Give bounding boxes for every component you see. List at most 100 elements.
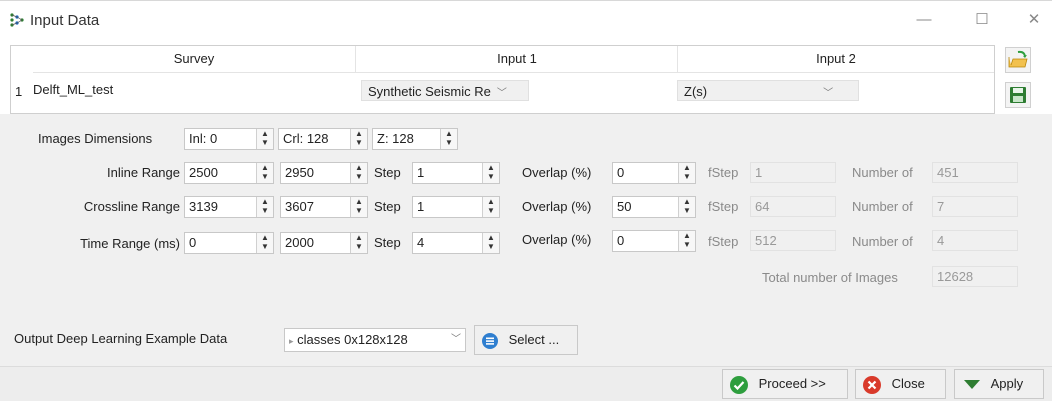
inline-step-value: 1 (417, 165, 425, 180)
crl-dimension-spinbox[interactable]: Crl: 128 ▲ ▼ (278, 128, 368, 150)
survey-cell[interactable]: Delft_ML_test (33, 76, 113, 104)
column-header-input2: Input 2 (677, 46, 994, 73)
button-bar: Proceed >> Close Apply (0, 366, 1052, 401)
scroll-marker-icon: ▸ (289, 336, 294, 346)
inline-range-label: Inline Range (107, 165, 180, 180)
input2-dropdown[interactable]: Z(s) ﹀ (677, 80, 859, 101)
inline-to-value: 2950 (285, 165, 314, 180)
crossline-from-spinbox[interactable]: 3139 ▲ ▼ (184, 196, 274, 218)
window-title: Input Data (30, 12, 100, 29)
total-images-label: Total number of Images (762, 270, 898, 285)
time-from-spinbox[interactable]: 0 ▲ ▼ (184, 232, 274, 254)
inline-to-spinbox[interactable]: 2950 ▲ ▼ (280, 162, 368, 184)
inline-overlap-value: 0 (617, 165, 625, 180)
spinner-arrows-icon[interactable]: ▲ ▼ (482, 233, 499, 253)
close-circle-icon (863, 375, 881, 394)
title-bar: Input Data — ☐ ✕ (0, 1, 1052, 37)
spinner-arrows-icon[interactable]: ▲ ▼ (256, 163, 273, 183)
close-label: Close (891, 376, 925, 391)
crossline-to-value: 3607 (285, 199, 314, 214)
time-to-spinbox[interactable]: 2000 ▲ ▼ (280, 232, 368, 254)
spinner-arrows-icon[interactable]: ▲ ▼ (440, 129, 457, 149)
chevron-down-icon: ﹀ (496, 88, 507, 99)
time-step-value: 4 (417, 235, 425, 250)
output-data-combo[interactable]: ▸ classes 0x128x128 ﹀ (284, 328, 466, 352)
close-button[interactable]: Close (855, 369, 946, 399)
crossline-number-value: 7 (932, 196, 1018, 217)
spinner-arrows-icon[interactable]: ▲ ▼ (678, 231, 695, 251)
proceed-label: Proceed >> (758, 376, 826, 391)
close-window-button[interactable]: ✕ (1014, 7, 1052, 33)
crossline-step-spinbox[interactable]: 1 ▲ ▼ (412, 196, 500, 218)
crossline-overlap-label: Overlap (%) (522, 199, 592, 214)
chevron-down-icon: ﹀ (451, 334, 461, 345)
spinner-arrows-icon[interactable]: ▲ ▼ (350, 163, 367, 183)
spinner-arrows-icon[interactable]: ▲ ▼ (482, 197, 499, 217)
total-images-value: 12628 (932, 266, 1018, 287)
app-icon (10, 13, 24, 27)
input1-dropdown[interactable]: Synthetic Seismic Re ﹀ (361, 80, 529, 101)
time-from-value: 0 (189, 235, 197, 250)
crossline-to-spinbox[interactable]: 3607 ▲ ▼ (280, 196, 368, 218)
crl-value: Crl: 128 (283, 131, 329, 146)
parameters-panel: Images Dimensions Inl: 0 ▲ ▼ Crl: 128 ▲ ▼ Z:… (0, 114, 1052, 366)
inline-number-value: 451 (932, 162, 1018, 183)
z-dimension-spinbox[interactable]: Z: 128 ▲ ▼ (372, 128, 458, 150)
apply-label: Apply (990, 376, 1024, 391)
chevron-down-icon: ﹀ (823, 88, 834, 99)
crossline-step-value: 1 (417, 199, 425, 214)
minimize-button[interactable]: — (904, 7, 944, 33)
column-header-survey: Survey (33, 46, 355, 73)
crossline-fstep-label: fStep (708, 199, 739, 214)
crossline-step-label: Step (374, 199, 401, 214)
spinner-arrows-icon[interactable]: ▲ ▼ (256, 197, 273, 217)
input-table: Survey Input 1 Input 2 1 Delft_ML_test S… (10, 45, 995, 114)
spinner-arrows-icon[interactable]: ▲ ▼ (350, 197, 367, 217)
checkmark-icon (730, 375, 748, 394)
spinner-arrows-icon[interactable]: ▲ ▼ (678, 163, 695, 183)
inline-fstep-value: 1 (750, 162, 836, 183)
time-overlap-label: Overlap (%) (522, 232, 592, 247)
proceed-button[interactable]: Proceed >> (722, 369, 848, 399)
load-button[interactable] (1005, 47, 1031, 73)
inline-overlap-spinbox[interactable]: 0 ▲ ▼ (612, 162, 696, 184)
time-number-value: 4 (932, 230, 1018, 251)
select-button-label: Select ... (508, 332, 560, 347)
output-data-value: classes 0x128x128 (297, 332, 408, 347)
crossline-fstep-value: 64 (750, 196, 836, 217)
spinner-arrows-icon[interactable]: ▲ ▼ (678, 197, 695, 217)
spinner-arrows-icon[interactable]: ▲ ▼ (350, 129, 367, 149)
inline-number-label: Number of (852, 165, 913, 180)
inline-from-value: 2500 (189, 165, 218, 180)
output-data-label: Output Deep Learning Example Data (14, 331, 228, 346)
spinner-arrows-icon[interactable]: ▲ ▼ (350, 233, 367, 253)
inline-fstep-label: fStep (708, 165, 739, 180)
spinner-arrows-icon[interactable]: ▲ ▼ (482, 163, 499, 183)
input2-value: Z(s) (684, 84, 708, 99)
inline-overlap-label: Overlap (%) (522, 165, 592, 180)
row-number: 1 (15, 84, 23, 99)
save-button[interactable] (1005, 82, 1031, 108)
spinner-arrows-icon[interactable]: ▲ ▼ (256, 129, 273, 149)
time-fstep-label: fStep (708, 234, 739, 249)
time-overlap-spinbox[interactable]: 0 ▲ ▼ (612, 230, 696, 252)
list-icon (482, 332, 498, 349)
time-step-spinbox[interactable]: 4 ▲ ▼ (412, 232, 500, 254)
time-number-label: Number of (852, 234, 913, 249)
crossline-overlap-value: 50 (617, 199, 632, 214)
spinner-arrows-icon[interactable]: ▲ ▼ (256, 233, 273, 253)
column-header-input1: Input 1 (355, 46, 678, 73)
inl-dimension-spinbox[interactable]: Inl: 0 ▲ ▼ (184, 128, 274, 150)
time-step-label: Step (374, 235, 401, 250)
crossline-overlap-spinbox[interactable]: 50 ▲ ▼ (612, 196, 696, 218)
save-icon (1010, 87, 1026, 103)
time-to-value: 2000 (285, 235, 314, 250)
folder-open-icon (1008, 50, 1028, 68)
select-button[interactable]: Select ... (474, 325, 578, 355)
maximize-button[interactable]: ☐ (962, 7, 1002, 33)
crossline-number-label: Number of (852, 199, 913, 214)
inline-step-spinbox[interactable]: 1 ▲ ▼ (412, 162, 500, 184)
apply-button[interactable]: Apply (954, 369, 1044, 399)
inline-from-spinbox[interactable]: 2500 ▲ ▼ (184, 162, 274, 184)
input1-value: Synthetic Seismic Re (368, 84, 491, 99)
